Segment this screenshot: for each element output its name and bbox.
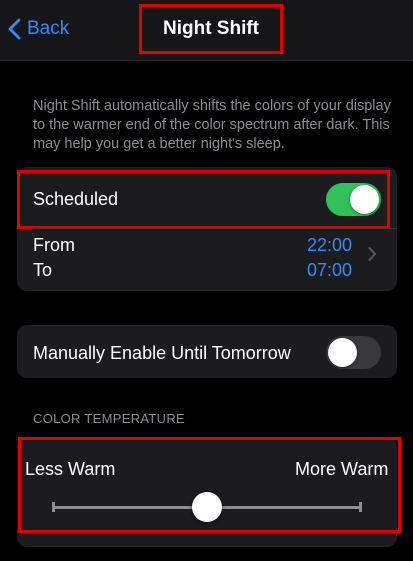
chevron-right-icon	[368, 247, 376, 261]
page-title-text: Night Shift	[162, 18, 260, 39]
slider-min-cap	[52, 502, 55, 512]
manual-enable-toggle[interactable]	[326, 336, 381, 369]
manual-enable-toggle-knob	[328, 338, 357, 367]
from-time: 22:00	[306, 235, 352, 255]
to-label: To	[33, 260, 53, 280]
navigation-bar: Back Night Shift	[0, 0, 413, 61]
schedule-divider	[33, 228, 397, 229]
manual-enable-label: Manually Enable Until Tomorrow	[33, 343, 291, 363]
color-temperature-slider[interactable]	[52, 490, 362, 524]
slider-thumb[interactable]	[192, 492, 222, 522]
scheduled-label: Scheduled	[33, 189, 119, 209]
more-warm-label: More Warm	[295, 459, 389, 479]
chevron-left-icon	[8, 18, 21, 40]
color-temperature-header: COLOR TEMPERATURE	[33, 411, 185, 426]
scheduled-toggle[interactable]	[326, 183, 381, 216]
back-button[interactable]: Back	[8, 14, 69, 44]
night-shift-screen: Back Night Shift Night Shift automatical…	[0, 0, 413, 561]
from-label: From	[33, 235, 75, 255]
less-warm-label: Less Warm	[25, 459, 116, 479]
to-time: 07:00	[306, 260, 352, 280]
page-title: Night Shift	[139, 4, 283, 54]
night-shift-description: Night Shift automatically shifts the col…	[33, 98, 391, 152]
back-label: Back	[27, 18, 70, 39]
slider-max-cap	[359, 502, 362, 512]
scheduled-toggle-knob	[350, 185, 379, 214]
